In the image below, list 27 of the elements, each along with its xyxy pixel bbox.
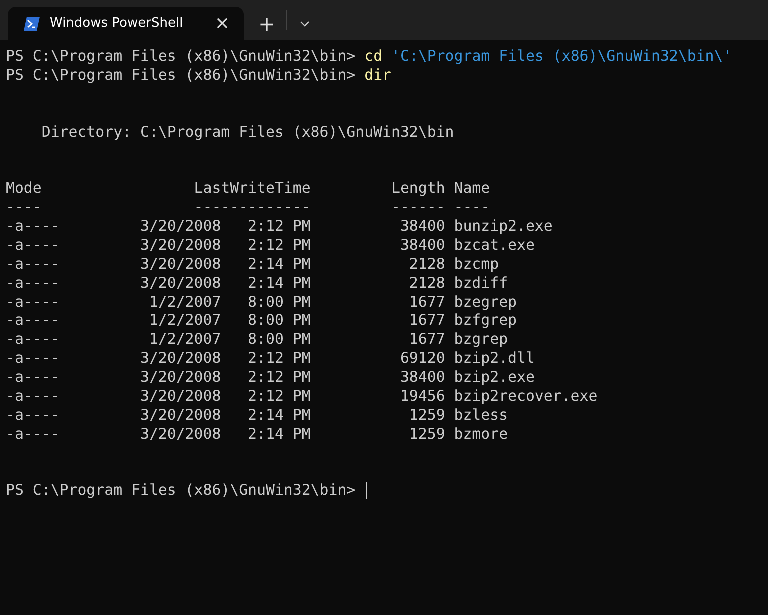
command-text: dir	[364, 66, 392, 85]
output-line: -a---- 3/20/2008 2:12 PM 38400 bzcat.exe	[6, 236, 535, 255]
output-line: -a---- 3/20/2008 2:14 PM 2128 bzdiff	[6, 274, 508, 293]
output-line: -a---- 3/20/2008 2:12 PM 38400 bunzip2.exe	[6, 217, 553, 236]
terminal-tab[interactable]: Windows PowerShell ×	[8, 7, 244, 40]
output-line: -a---- 3/20/2008 2:14 PM 2128 bzcmp	[6, 254, 500, 274]
prompt-text: PS C:\Program Files (x86)\GnuWin32\bin>	[6, 481, 357, 500]
powershell-icon	[24, 16, 40, 30]
prompt-text: PS C:\Program Files (x86)\GnuWin32\bin>	[6, 66, 357, 85]
new-tab-button[interactable]: +	[248, 7, 286, 40]
output-line: -a---- 3/20/2008 2:12 PM 38400 bzip2.exe	[6, 368, 535, 388]
prompt-text: PS C:\Program Files (x86)\GnuWin32\bin>	[6, 47, 357, 66]
chevron-down-icon	[300, 20, 310, 26]
output-line: -a---- 3/20/2008 2:12 PM 69120 bzip2.dll	[6, 349, 535, 368]
output-line: ---- ------------- ------ ----	[6, 198, 490, 218]
output-line: -a---- 3/20/2008 2:14 PM 1259 bzless	[6, 406, 508, 425]
command-text: cd	[364, 47, 383, 66]
argument-text: 'C:\Program Files (x86)\GnuWin32\bin\'	[392, 47, 732, 66]
output-line: -a---- 1/2/2007 8:00 PM 1677 bzfgrep	[6, 311, 518, 330]
output-line: Mode LastWriteTime Length Name	[6, 179, 490, 198]
output-line: -a---- 3/20/2008 2:12 PM 19456 bzip2recover.exe	[6, 387, 598, 406]
output-line: -a---- 1/2/2007 8:00 PM 1677 bzegrep	[6, 292, 518, 312]
output-line: Directory: C:\Program Files (x86)\GnuWin32\bin	[40, 122, 454, 142]
output-line: -a---- 3/20/2008 2:14 PM 1259 bzmore	[6, 424, 508, 444]
output-line: -a---- 1/2/2007 8:00 PM 1677 bzgrep	[6, 330, 508, 350]
close-tab-button[interactable]: ×	[210, 14, 234, 34]
tab-title: Windows PowerShell	[50, 16, 184, 31]
